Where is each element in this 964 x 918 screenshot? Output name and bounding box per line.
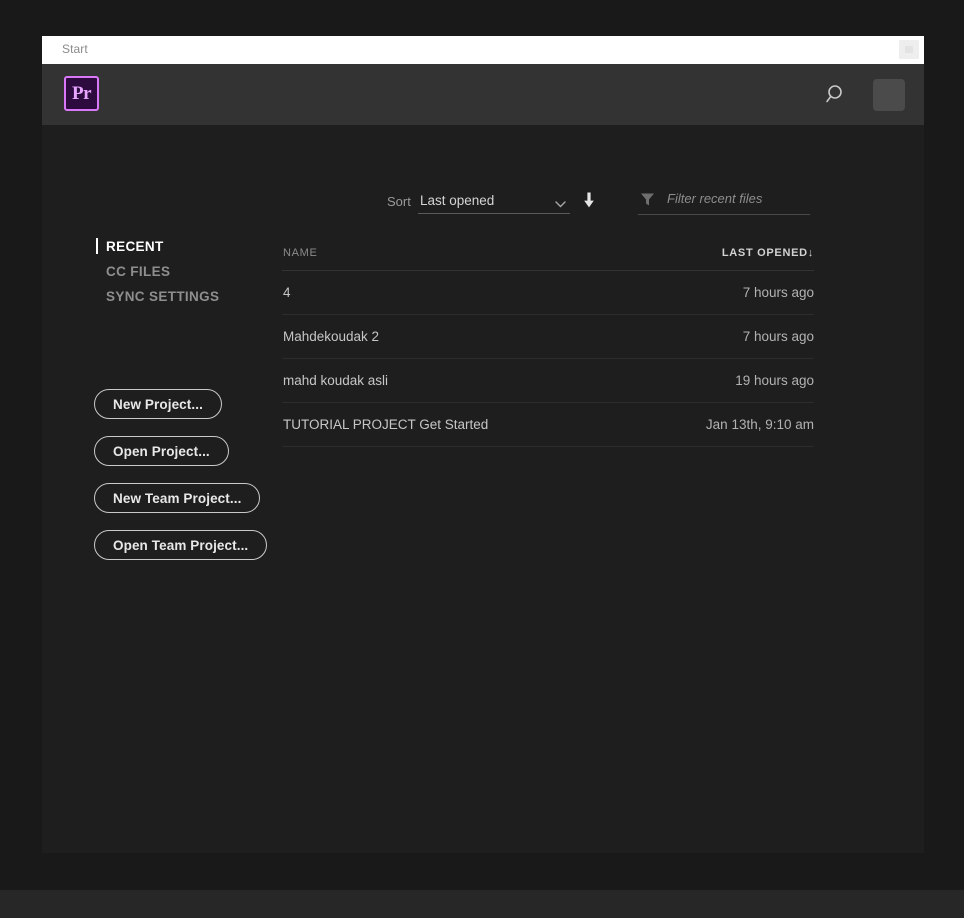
row-name: TUTORIAL PROJECT Get Started (283, 417, 489, 432)
table-row[interactable]: Mahdekoudak 2 7 hours ago (282, 315, 814, 359)
row-name: mahd koudak asli (283, 373, 389, 388)
sidebar-item-label: SYNC SETTINGS (106, 289, 220, 304)
sort-label: Sort (387, 194, 411, 209)
table-header: NAME LAST OPENED↓ (282, 243, 814, 271)
open-team-project-button[interactable]: Open Team Project... (94, 530, 268, 560)
filter-input[interactable] (665, 190, 811, 207)
tab-start[interactable]: Start (62, 42, 88, 56)
sidebar-item-label: RECENT (106, 239, 164, 254)
row-last-opened: 19 hours ago (735, 373, 814, 388)
premiere-start-window: Start Pr Sort Last opened Filter recent … (42, 36, 924, 853)
row-last-opened: Jan 13th, 9:10 am (705, 417, 814, 432)
application-root: Start Pr Sort Last opened Filter recent … (0, 0, 964, 918)
table-row[interactable]: TUTORIAL PROJECT Get Started Jan 13th, 9… (282, 403, 814, 447)
table-row[interactable]: 4 7 hours ago (282, 271, 814, 315)
column-header-last-opened[interactable]: LAST OPENED↓ (722, 247, 814, 259)
sidebar-item-recent[interactable]: RECENT (92, 237, 272, 262)
new-project-button[interactable]: New Project... (94, 389, 222, 419)
chevron-down-icon (555, 195, 566, 208)
sort-direction-button[interactable] (578, 189, 600, 211)
premiere-logo: Pr (64, 76, 99, 111)
row-name: Mahdekoudak 2 (283, 329, 380, 344)
row-name: 4 (283, 285, 291, 300)
sidebar-item-cc-files[interactable]: CC FILES (92, 262, 272, 287)
panel-menu-button[interactable] (899, 40, 919, 59)
app-header: Pr (42, 64, 924, 125)
row-last-opened: 7 hours ago (742, 285, 814, 300)
sidebar-item-sync-settings[interactable]: SYNC SETTINGS (92, 287, 272, 312)
desktop-taskbar (0, 890, 964, 918)
avatar[interactable] (873, 79, 905, 111)
filter-recent-files (638, 185, 811, 215)
funnel-icon (640, 192, 655, 207)
sort-arrow-icon: ↓ (807, 247, 814, 259)
recent-files-table: NAME LAST OPENED↓ 4 7 hours ago Mahdekou… (282, 243, 814, 447)
search-icon[interactable] (823, 82, 849, 108)
sidebar-item-label: CC FILES (106, 264, 171, 279)
tab-bar: Start (42, 36, 924, 64)
sort-filter-toolbar: Sort Last opened (42, 185, 924, 225)
project-actions: New Project... Open Project... New Team … (94, 389, 268, 577)
column-header-name: NAME (283, 247, 318, 259)
sidebar-nav: RECENT CC FILES SYNC SETTINGS (92, 237, 272, 312)
sort-dropdown[interactable]: Last opened (418, 185, 570, 214)
row-last-opened: 7 hours ago (742, 329, 814, 344)
panel-menu-icon (905, 46, 913, 53)
table-row[interactable]: mahd koudak asli 19 hours ago (282, 359, 814, 403)
start-body: Sort Last opened Filter recent files REC… (42, 125, 924, 853)
new-team-project-button[interactable]: New Team Project... (94, 483, 261, 513)
sort-dropdown-value: Last opened (420, 193, 495, 208)
column-header-last-opened-label: LAST OPENED (721, 247, 808, 259)
open-project-button[interactable]: Open Project... (94, 436, 229, 466)
